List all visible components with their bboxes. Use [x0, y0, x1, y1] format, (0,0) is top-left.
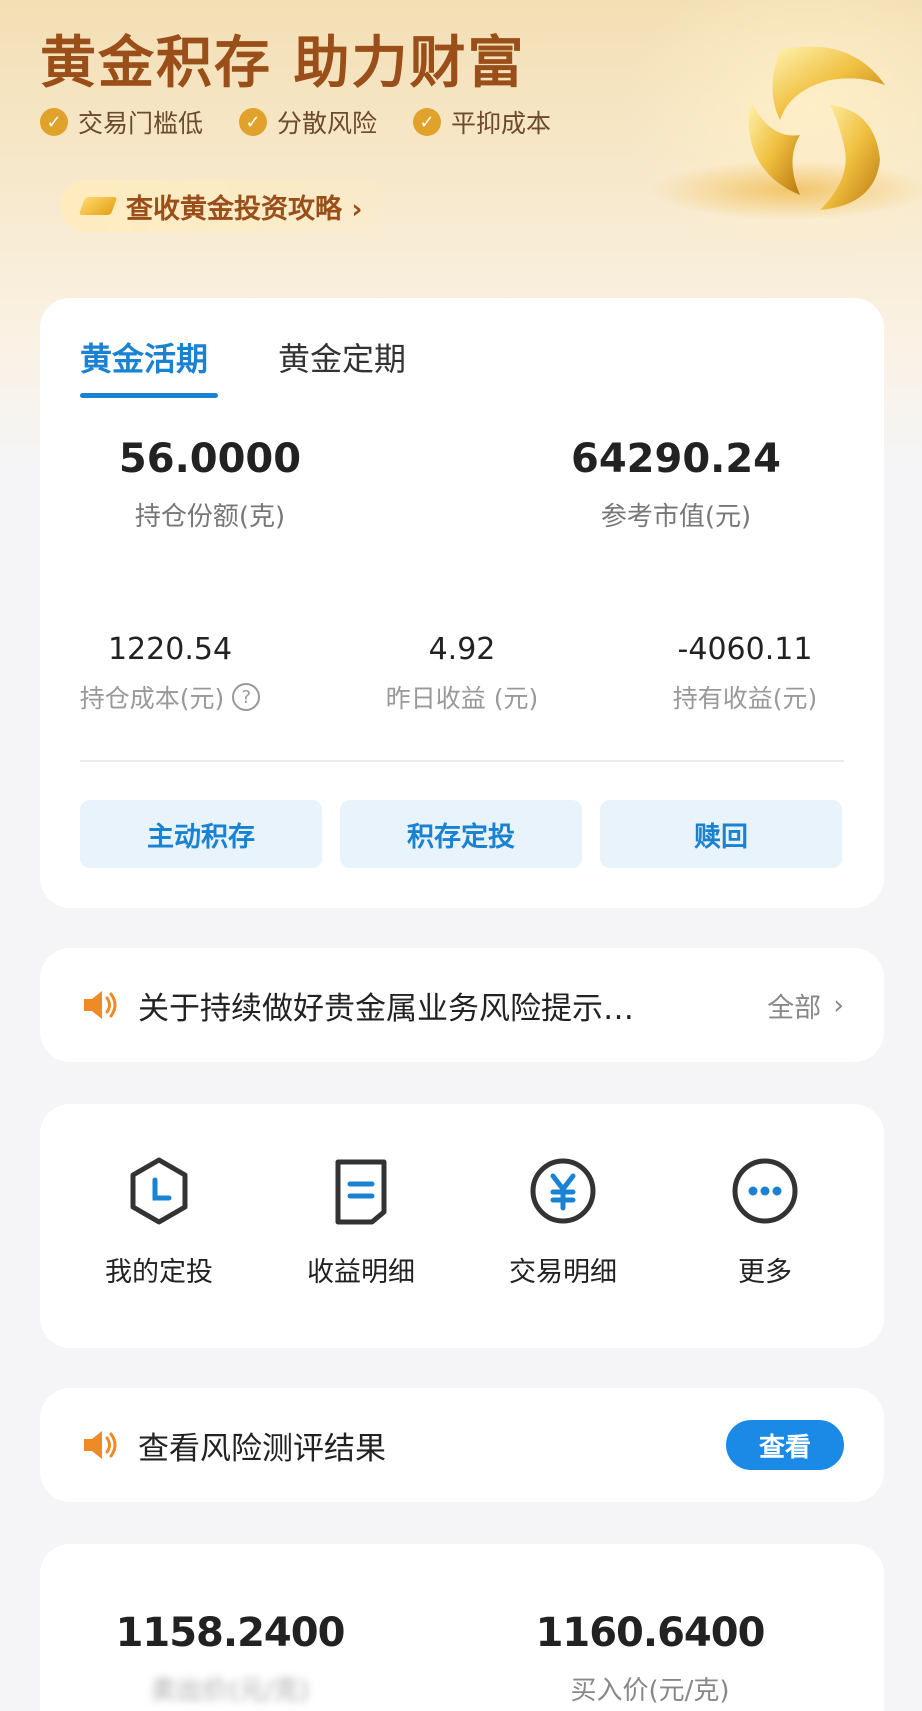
shortcut-my-invest[interactable]: 我的定投: [74, 1154, 244, 1348]
cost-label-row: 持仓成本(元) ?: [60, 679, 280, 715]
shortcut-label: 交易明细: [509, 1257, 617, 1288]
shares-stat: 56.0000 持仓份额(克): [80, 436, 340, 533]
yesterday-profit-stat: 4.92 昨日收益 (元): [342, 632, 582, 715]
market-value-label: 参考市值(元): [600, 502, 752, 532]
auto-invest-button[interactable]: 积存定投: [340, 800, 582, 868]
shortcut-trade-detail[interactable]: 交易明细: [478, 1154, 648, 1348]
shortcut-label: 收益明细: [307, 1257, 415, 1288]
product-tabs: 黄金活期 黄金定期: [80, 334, 406, 398]
shortcut-more[interactable]: 更多: [680, 1154, 850, 1348]
shortcut-profit-detail[interactable]: 收益明细: [276, 1154, 446, 1348]
feature-item: ✓ 平抑成本: [413, 104, 551, 140]
speaker-icon: [84, 991, 117, 1019]
risk-assessment-bar: 查看风险测评结果 查看: [40, 1388, 884, 1502]
chevron-right-icon: ›: [833, 989, 844, 1021]
help-icon[interactable]: ?: [232, 683, 261, 711]
feature-label: 交易门槛低: [78, 109, 204, 138]
cost-label: 持仓成本(元): [79, 684, 225, 713]
notice-bar[interactable]: 关于持续做好贵金属业务风险提示… 全部 ›: [40, 948, 884, 1062]
feature-label: 分散风险: [277, 109, 378, 138]
hero-title: 黄金积存 助力财富: [40, 31, 526, 96]
feature-label: 平抑成本: [451, 109, 552, 138]
buy-price-value: 1160.6400: [535, 1610, 766, 1656]
feature-item: ✓ 交易门槛低: [40, 104, 203, 140]
sell-price: 1158.2400 卖出价(元/克): [100, 1610, 360, 1707]
market-value: 64290.24: [570, 436, 782, 482]
shortcut-label: 更多: [738, 1257, 792, 1288]
total-profit-label: 持有收益(元): [672, 684, 818, 713]
hero-features: ✓ 交易门槛低 ✓ 分散风险 ✓ 平抑成本: [40, 104, 551, 140]
feature-item: ✓ 分散风险: [239, 104, 377, 140]
check-icon: ✓: [239, 108, 268, 136]
buy-price-label: 买入价(元/克): [570, 1676, 730, 1706]
yesterday-profit-value: 4.92: [428, 632, 496, 667]
market-value-stat: 64290.24 参考市值(元): [546, 436, 806, 533]
sell-price-label: 卖出价(元/克): [150, 1676, 310, 1706]
tab-current-gold[interactable]: 黄金活期: [80, 334, 219, 398]
cost-value: 1220.54: [107, 632, 233, 667]
price-card: 1158.2400 卖出价(元/克) 1160.6400 买入价(元/克): [40, 1544, 884, 1711]
shortcut-grid: 我的定投 收益明细 交易明细 更多: [40, 1104, 884, 1348]
total-profit-value: -4060.11: [677, 632, 813, 667]
gold-bar-icon: [78, 197, 118, 215]
buy-price: 1160.6400 买入价(元/克): [520, 1610, 780, 1707]
view-risk-button[interactable]: 查看: [726, 1420, 844, 1470]
deposit-button[interactable]: 主动积存: [80, 800, 322, 868]
shortcut-label: 我的定投: [105, 1257, 213, 1288]
speaker-icon: [84, 1431, 117, 1459]
more-dots-icon: [732, 1158, 798, 1224]
risk-text: 查看风险测评结果: [138, 1430, 386, 1467]
check-icon: ✓: [413, 108, 442, 136]
notice-text: 关于持续做好贵金属业务风险提示…: [138, 990, 634, 1027]
sell-price-value: 1158.2400: [115, 1610, 346, 1656]
shares-label: 持仓份额(克): [134, 502, 286, 532]
tab-fixed-gold[interactable]: 黄金定期: [278, 334, 406, 398]
check-icon: ✓: [40, 108, 68, 136]
holding-card: 黄金活期 黄金定期 56.0000 持仓份额(克) 64290.24 参考市值(…: [40, 298, 884, 908]
guide-link[interactable]: 查收黄金投资攻略 ›: [60, 180, 385, 232]
document-icon: [335, 1159, 387, 1225]
cost-stat: 1220.54 持仓成本(元) ?: [60, 632, 280, 715]
total-profit-stat: -4060.11 持有收益(元): [630, 632, 860, 715]
gold-logo-icon: [748, 46, 885, 210]
action-buttons: 主动积存 积存定投 赎回: [80, 800, 842, 868]
guide-link-label: 查收黄金投资攻略 ›: [126, 193, 363, 225]
clock-hexagon-icon: [130, 1157, 188, 1225]
yuan-circle-icon: [530, 1158, 596, 1224]
yesterday-profit-label: 昨日收益 (元): [385, 684, 539, 713]
redeem-button[interactable]: 赎回: [600, 800, 842, 868]
divider: [80, 760, 844, 762]
shares-value: 56.0000: [118, 436, 302, 482]
notice-more-label: 全部: [767, 992, 822, 1024]
notice-more-link[interactable]: 全部 ›: [767, 986, 844, 1025]
